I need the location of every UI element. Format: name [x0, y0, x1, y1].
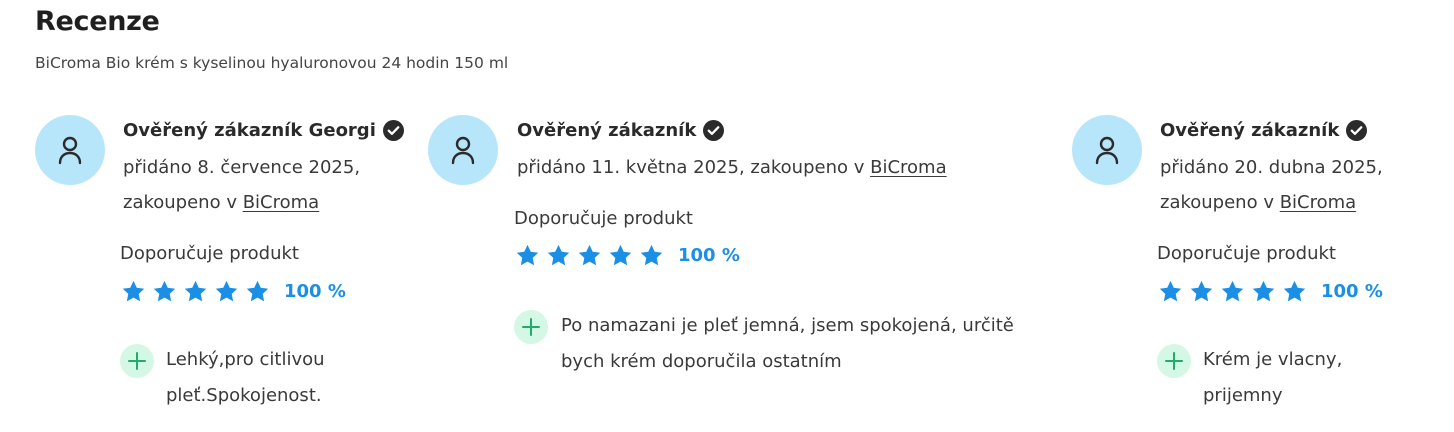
review-card: Ověřený zákazník přidáno 11. května 2025…: [428, 115, 1068, 415]
rating: 100 %: [515, 243, 740, 268]
rating-percent: 100 %: [678, 245, 740, 266]
star-rating: [121, 279, 270, 304]
page-title: Recenze: [35, 6, 160, 37]
user-icon: [451, 136, 475, 165]
verified-check-icon: [1346, 120, 1368, 141]
star-icon: [1283, 280, 1306, 302]
product-name: BiCroma Bio krém s kyselinou hyaluronovo…: [35, 54, 509, 72]
recommend-label: Doporučuje produkt: [514, 208, 693, 229]
recommend-label: Doporučuje produkt: [1157, 243, 1336, 264]
purchase-info: zakoupeno v BiCroma: [123, 192, 320, 213]
star-icon: [184, 280, 207, 302]
author-name: Ověřený zákazník: [517, 120, 697, 141]
star-icon: [215, 280, 238, 302]
shop-link[interactable]: BiCroma: [870, 157, 947, 178]
review-card: Ověřený zákazník přidáno 20. dubna 2025,…: [1072, 115, 1432, 415]
pros-text: Lehký,pro citlivou pleť.Spokojenost.: [166, 349, 325, 406]
recommend-label: Doporučuje produkt: [120, 243, 299, 264]
review-meta: přidáno 8. července 2025, zakoupeno v Bi…: [123, 150, 360, 220]
pros-text: Krém je vlacny, prijemny: [1203, 349, 1343, 406]
purchase-info: přidáno 11. května 2025, zakoupeno v BiC…: [517, 157, 947, 178]
star-icon: [547, 244, 570, 266]
rating: 100 %: [121, 279, 346, 304]
author-name: Ověřený zákazník Georgi: [123, 120, 376, 141]
review-author: Ověřený zákazník: [1160, 120, 1368, 141]
user-icon: [1095, 136, 1119, 165]
pros-text: Po namazani je pleť jemná, jsem spokojen…: [561, 315, 1014, 372]
star-icon: [1190, 280, 1213, 302]
star-rating: [1158, 279, 1307, 304]
star-icon: [516, 244, 539, 266]
star-icon: [246, 280, 269, 302]
review-author: Ověřený zákazník Georgi: [123, 120, 404, 141]
avatar: [35, 115, 105, 185]
purchase-info: zakoupeno v BiCroma: [1160, 192, 1357, 213]
star-icon: [1159, 280, 1182, 302]
review-author: Ověřený zákazník: [517, 120, 725, 141]
author-name: Ověřený zákazník: [1160, 120, 1340, 141]
shop-link[interactable]: BiCroma: [1280, 192, 1357, 213]
verified-check-icon: [703, 120, 725, 141]
star-icon: [122, 280, 145, 302]
star-icon: [1252, 280, 1275, 302]
plus-icon: [1157, 344, 1191, 378]
plus-icon: [514, 310, 548, 344]
review-meta: přidáno 11. května 2025, zakoupeno v BiC…: [517, 150, 947, 185]
review-date: přidáno 20. dubna 2025,: [1160, 157, 1383, 178]
avatar: [1072, 115, 1142, 185]
star-icon: [1221, 280, 1244, 302]
star-icon: [578, 244, 601, 266]
star-rating: [515, 243, 664, 268]
verified-check-icon: [382, 120, 404, 141]
rating-percent: 100 %: [1321, 281, 1383, 302]
review-card: Ověřený zákazník Georgi přidáno 8. červe…: [35, 115, 415, 415]
rating-percent: 100 %: [284, 281, 346, 302]
star-icon: [609, 244, 632, 266]
user-icon: [58, 136, 82, 165]
review-date: přidáno 8. července 2025,: [123, 157, 361, 178]
avatar: [428, 115, 498, 185]
shop-link[interactable]: BiCroma: [243, 192, 320, 213]
plus-icon: [120, 344, 154, 378]
star-icon: [153, 280, 176, 302]
review-meta: přidáno 20. dubna 2025, zakoupeno v BiCr…: [1160, 150, 1383, 220]
rating: 100 %: [1158, 279, 1383, 304]
star-icon: [640, 244, 663, 266]
